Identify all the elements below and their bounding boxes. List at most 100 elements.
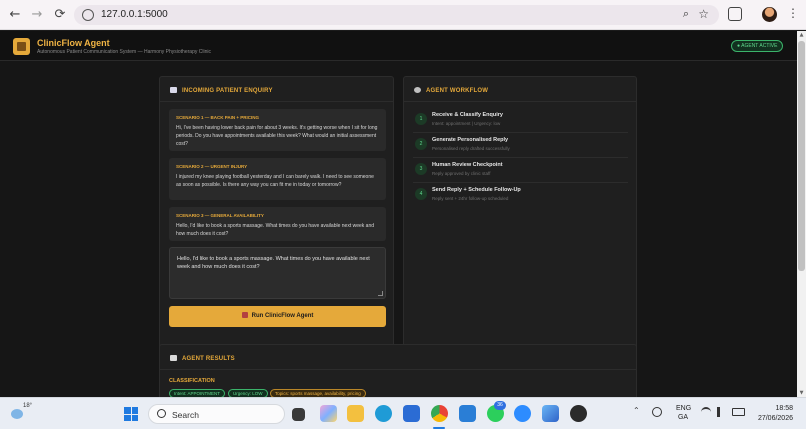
app-header: ClinicFlow Agent Autonomous Patient Comm… xyxy=(0,31,797,61)
photos-icon[interactable] xyxy=(542,405,559,422)
step-title: Receive & Classify Enquiry xyxy=(432,112,503,118)
scenario-card-3[interactable]: SCENARIO 3 — GENERAL AVAILABILITY Hello,… xyxy=(169,207,386,241)
scenario-text: I injured my knee playing football yeste… xyxy=(176,174,374,188)
resize-handle[interactable] xyxy=(378,291,383,296)
address-bar[interactable]: 127.0.0.1:5000 ⌕ ☆ xyxy=(74,5,719,25)
browser-toolbar: ← → ⟳ 127.0.0.1:5000 ⌕ ☆ ⋮ xyxy=(0,0,806,30)
clock-time: 18:58 xyxy=(775,405,793,412)
scenario-title: SCENARIO 1 — BACK PAIN + PRICING xyxy=(176,115,260,120)
workflow-step-4: 4 Send Reply + Schedule Follow-Up Reply … xyxy=(413,184,628,208)
workflow-step-3: 3 Human Review Checkpoint Reply approved… xyxy=(413,159,628,183)
start-logo-tile xyxy=(124,407,131,414)
scroll-up-icon[interactable]: ▲ xyxy=(798,32,805,38)
gear-icon xyxy=(414,87,421,93)
back-icon[interactable]: ← xyxy=(7,7,23,23)
reload-icon[interactable]: ⟳ xyxy=(52,7,68,23)
zoom-app-icon[interactable] xyxy=(514,405,531,422)
battery-icon[interactable] xyxy=(732,408,745,416)
scenario-text: Hi, I've been having lower back pain for… xyxy=(176,125,378,147)
scenario-text: Hello, I'd like to book a sports massage… xyxy=(176,223,375,237)
step-title: Generate Personalised Reply xyxy=(432,137,509,143)
enquiry-textarea-value: Hello, I'd like to book a sports massage… xyxy=(177,256,370,270)
language-indicator[interactable]: ENG GA xyxy=(676,404,692,422)
start-logo-tile xyxy=(131,414,138,421)
run-agent-button[interactable]: Run ClinicFlow Agent xyxy=(169,306,386,327)
step-title: Send Reply + Schedule Follow-Up xyxy=(432,187,521,193)
enquiry-panel: INCOMING PATIENT ENQUIRY SCENARIO 1 — BA… xyxy=(159,76,394,365)
envelope-icon xyxy=(170,87,177,93)
enquiry-panel-heading: INCOMING PATIENT ENQUIRY xyxy=(170,87,273,94)
results-panel: AGENT RESULTS CLASSIFICATION Intent: APP… xyxy=(159,344,637,397)
clock-date: 27/06/2026 xyxy=(757,415,793,422)
start-logo-tile xyxy=(131,407,138,414)
scroll-down-icon[interactable]: ▼ xyxy=(798,390,805,396)
site-info-icon[interactable] xyxy=(82,9,94,21)
results-panel-heading: AGENT RESULTS xyxy=(170,355,235,362)
agent-status-badge: ● AGENT ACTIVE xyxy=(731,40,784,52)
divider xyxy=(160,369,636,370)
step-number-badge: 1 xyxy=(415,113,427,125)
workflow-step-1: 1 Receive & Classify Enquiry Intent: app… xyxy=(413,109,628,133)
step-status: Personalised reply drafted successfully xyxy=(432,146,510,151)
enquiry-heading-text: INCOMING PATIENT ENQUIRY xyxy=(182,88,273,94)
menu-kebab-icon[interactable]: ⋮ xyxy=(787,6,799,20)
weather-widget[interactable]: 18° xyxy=(11,403,33,423)
profile-avatar[interactable] xyxy=(762,7,777,22)
wifi-icon[interactable] xyxy=(701,407,711,417)
divider xyxy=(160,101,393,102)
copilot-icon[interactable] xyxy=(320,405,337,422)
media-player-icon[interactable] xyxy=(570,405,587,422)
system-clock[interactable]: 18:58 27/06/2026 xyxy=(755,404,793,424)
step-number-badge: 4 xyxy=(415,188,427,200)
task-view-icon[interactable] xyxy=(292,408,305,421)
step-status: Intent: appointment | Urgency: low xyxy=(432,121,501,126)
search-icon xyxy=(157,409,166,418)
urgency-tag: Urgency: LOW xyxy=(228,389,268,397)
workflow-step-2: 2 Generate Personalised Reply Personalis… xyxy=(413,134,628,158)
weather-temperature: 18° xyxy=(23,403,33,409)
app-subtitle: Autonomous Patient Communication System … xyxy=(37,49,211,55)
step-title: Human Review Checkpoint xyxy=(432,162,503,168)
start-button[interactable] xyxy=(124,407,138,421)
windows-taskbar: 18° Search 36 ⌃ ENG GA 18:58 27/06/2026 xyxy=(0,397,806,429)
chrome-icon[interactable] xyxy=(431,405,448,422)
workflow-panel-heading: AGENT WORKFLOW xyxy=(414,87,488,94)
page-scrollbar[interactable]: ▲ ▼ xyxy=(797,31,806,397)
scenario-title: SCENARIO 3 — GENERAL AVAILABILITY xyxy=(176,213,264,218)
search-placeholder: Search xyxy=(172,410,199,420)
file-explorer-icon[interactable] xyxy=(347,405,364,422)
scrollbar-thumb[interactable] xyxy=(798,41,805,271)
extensions-icon[interactable] xyxy=(728,7,742,21)
forward-icon[interactable]: → xyxy=(29,7,45,23)
notification-badge: 36 xyxy=(494,401,506,410)
run-agent-label: Run ClinicFlow Agent xyxy=(251,313,314,319)
divider xyxy=(404,101,636,102)
page-content: ClinicFlow Agent Autonomous Patient Comm… xyxy=(0,31,797,397)
volume-icon[interactable] xyxy=(717,407,727,417)
chevron-up-icon[interactable]: ⌃ xyxy=(633,406,640,415)
workflow-heading-text: AGENT WORKFLOW xyxy=(426,88,489,94)
vscode-icon[interactable] xyxy=(459,405,476,422)
robot-icon xyxy=(241,312,248,318)
language-primary: ENG xyxy=(676,405,692,412)
edge-icon[interactable] xyxy=(375,405,392,422)
scenario-card-1[interactable]: SCENARIO 1 — BACK PAIN + PRICING Hi, I'v… xyxy=(169,109,386,151)
results-heading-text: AGENT RESULTS xyxy=(182,356,235,362)
store-icon[interactable] xyxy=(403,405,420,422)
zoom-icon[interactable]: ⌕ xyxy=(683,7,689,21)
url-text[interactable]: 127.0.0.1:5000 xyxy=(101,9,168,20)
start-logo-tile xyxy=(124,414,131,421)
enquiry-textarea[interactable]: Hello, I'd like to book a sports massage… xyxy=(169,247,386,299)
clinic-logo-icon xyxy=(13,38,30,55)
taskbar-search[interactable]: Search xyxy=(148,404,285,424)
language-secondary: GA xyxy=(677,414,689,421)
security-icon[interactable] xyxy=(652,407,662,417)
step-status: Reply sent + 24hr follow-up scheduled xyxy=(432,196,509,201)
scenario-title: SCENARIO 2 — URGENT INJURY xyxy=(176,164,248,169)
scenario-card-2[interactable]: SCENARIO 2 — URGENT INJURY I injured my … xyxy=(169,158,386,200)
weather-icon xyxy=(11,409,23,419)
bookmark-star-icon[interactable]: ☆ xyxy=(698,7,709,21)
topics-tag: Topics: sports massage, availability, pr… xyxy=(270,389,366,397)
step-number-badge: 3 xyxy=(415,163,427,175)
app-title: ClinicFlow Agent xyxy=(37,38,110,48)
